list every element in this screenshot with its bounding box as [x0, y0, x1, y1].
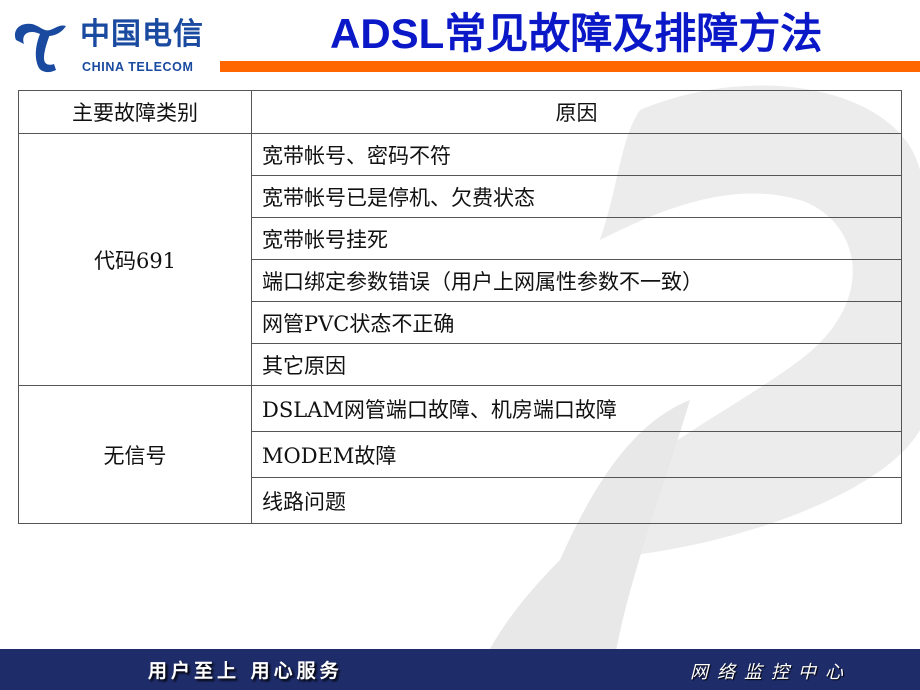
table-header-row: 主要故障类别 原因: [18, 90, 902, 134]
reason-cell: 线路问题: [251, 477, 902, 524]
header-reason: 原因: [251, 90, 902, 134]
category-cell: 代码691: [18, 133, 252, 386]
reason-cell: 网管PVC状态不正确: [251, 301, 902, 344]
reason-cell: 宽带帐号、密码不符: [251, 133, 902, 176]
footer-department: 网络监控中心: [690, 662, 852, 683]
title-underline-bar: [220, 61, 920, 72]
reason-cell: 宽带帐号挂死: [251, 217, 902, 260]
table-row: 代码691 宽带帐号、密码不符: [18, 133, 902, 386]
reason-cell: DSLAM网管端口故障、机房端口故障: [251, 385, 902, 432]
footer-bar: 用户至上 用心服务 网络监控中心: [0, 649, 920, 690]
china-telecom-logo-icon: [14, 23, 67, 73]
table-row: 无信号 DSLAM网管端口故障、机房端口故障: [18, 385, 902, 524]
page-title: ADSL常见故障及排障方法: [330, 10, 823, 57]
reason-cell: 宽带帐号已是停机、欠费状态: [251, 175, 902, 218]
footer-slogan: 用户至上 用心服务: [148, 660, 343, 682]
china-telecom-logo: 中国电信 CHINA TELECOM: [10, 16, 220, 78]
reason-cell: 端口绑定参数错误（用户上网属性参数不一致）: [251, 259, 902, 302]
logo-english-text: CHINA TELECOM: [82, 60, 194, 74]
header-category: 主要故障类别: [18, 90, 252, 134]
category-cell: 无信号: [18, 385, 252, 524]
fault-table: 主要故障类别 原因 代码691 宽带帐号、密码不符 宽带帐号已是停机、欠费状态 …: [18, 90, 902, 524]
logo-chinese-text: 中国电信: [80, 17, 204, 52]
reason-cell: 其它原因: [251, 343, 902, 386]
reason-cell: MODEM故障: [251, 431, 902, 478]
